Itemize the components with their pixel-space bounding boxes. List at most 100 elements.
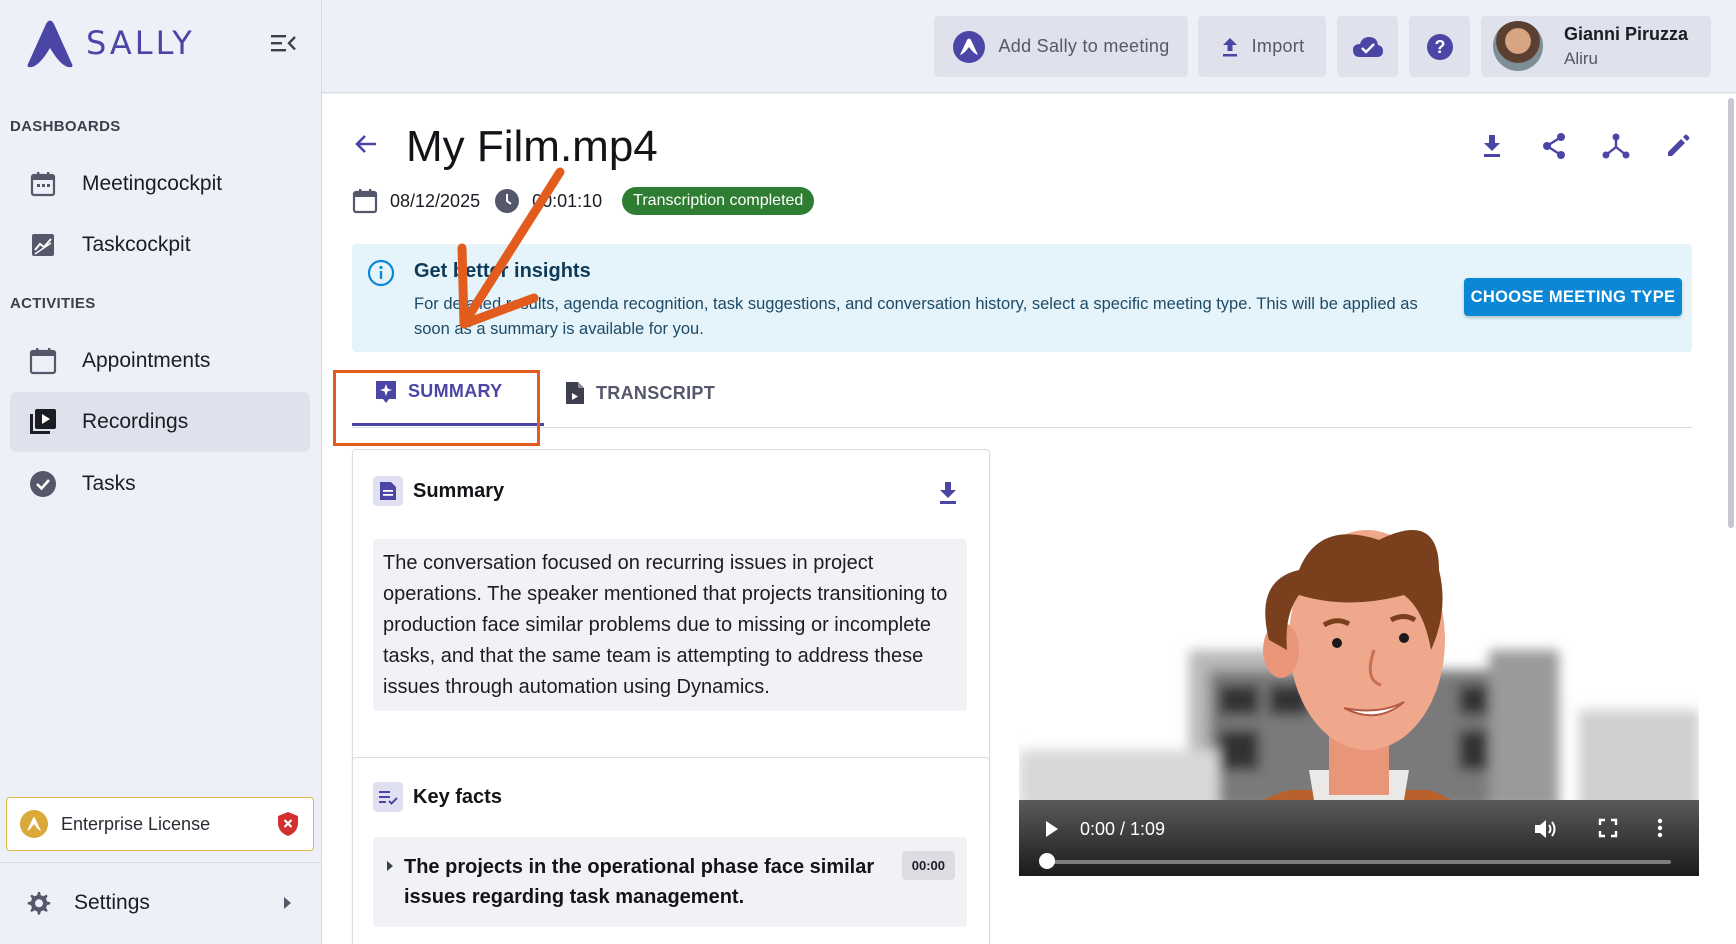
edit-button[interactable] [1664, 132, 1692, 160]
seek-handle[interactable] [1039, 853, 1055, 869]
info-icon [367, 259, 395, 287]
summary-download-button[interactable] [937, 480, 959, 511]
back-button[interactable] [352, 130, 380, 163]
calendar-icon [28, 169, 58, 199]
tab-transcript[interactable]: TRANSCRIPT [564, 360, 744, 426]
collapse-menu-button[interactable] [270, 32, 300, 58]
key-fact-timestamp[interactable]: 00:00 [901, 851, 955, 880]
user-organization: Aliru [1564, 49, 1599, 68]
tabs-divider [352, 427, 1692, 428]
main-content: My Film.mp4 08/12/2025 00:01:10 Transcri… [322, 94, 1736, 944]
import-button[interactable]: Import [1198, 16, 1326, 77]
sidebar-item-recordings[interactable]: Recordings [10, 392, 310, 452]
summary-text: The conversation focused on recurring is… [373, 539, 967, 711]
share-icon [1543, 133, 1565, 159]
sidebar-item-label: Meetingcockpit [82, 172, 223, 195]
share-button[interactable] [1540, 132, 1568, 160]
expand-arrow-icon [387, 861, 393, 871]
sidebar-item-taskcockpit[interactable]: Taskcockpit [10, 215, 310, 275]
recording-actions [1478, 132, 1692, 160]
more-vert-icon[interactable] [1655, 817, 1665, 839]
shield-alert-icon [278, 812, 298, 836]
summary-card-header: Summary [373, 476, 504, 506]
top-bar: Add Sally to meeting Import ? Gianni Pir… [322, 0, 1736, 93]
upload-icon [1222, 37, 1237, 56]
sidebar-item-tasks[interactable]: Tasks [10, 454, 310, 514]
sidebar-item-label: Recordings [82, 410, 189, 433]
calendar-icon [352, 189, 378, 214]
svg-text:?: ? [1434, 37, 1445, 57]
menu-collapse-icon [271, 35, 296, 52]
tab-label: SUMMARY [408, 381, 503, 401]
sally-logo-icon [27, 20, 73, 68]
help-button[interactable]: ? [1409, 16, 1470, 77]
scrollbar[interactable] [1728, 98, 1734, 528]
key-facts-title: Key facts [413, 785, 502, 808]
check-circle-icon [28, 469, 58, 499]
key-fact-item[interactable]: The projects in the operational phase fa… [373, 837, 967, 927]
sidebar-item-meetingcockpit[interactable]: Meetingcockpit [10, 154, 310, 214]
status-badge: Transcription completed [622, 187, 815, 215]
user-menu[interactable]: Gianni Piruzza Aliru [1481, 16, 1711, 77]
section-label-activities: ACTIVITIES [10, 295, 96, 312]
settings-menu[interactable]: Settings [24, 882, 294, 924]
fullscreen-icon[interactable] [1597, 817, 1619, 839]
insights-text: For detailed results, agenda recognition… [414, 295, 1418, 338]
video-time: 0:00 / 1:09 [1080, 819, 1166, 839]
sidebar-divider [0, 862, 322, 863]
avatar [1493, 21, 1543, 71]
import-label: Import [1251, 36, 1305, 56]
arrow-left-icon [355, 135, 376, 153]
chart-icon [28, 230, 58, 260]
cloud-sync-button[interactable] [1337, 16, 1398, 77]
seek-bar[interactable] [1047, 860, 1671, 864]
workflow-button[interactable] [1602, 132, 1630, 160]
clock-icon [495, 189, 520, 213]
logo[interactable]: SALLY [24, 18, 195, 68]
recording-duration: 00:01:10 [532, 190, 603, 211]
help-icon: ? [1426, 33, 1453, 60]
page-title: My Film.mp4 [406, 122, 658, 171]
video-controls: 0:00 / 1:09 [1019, 800, 1699, 876]
summary-title: Summary [413, 479, 505, 502]
sidebar-item-appointments[interactable]: Appointments [10, 331, 310, 391]
download-icon [1484, 135, 1500, 157]
sidebar-item-label: Tasks [82, 472, 136, 495]
choose-meeting-type-button[interactable]: CHOOSE MEETING TYPE [1464, 278, 1682, 316]
user-name: Gianni Piruzza [1564, 24, 1689, 44]
sparkle-icon [376, 380, 396, 403]
sally-logo-icon [953, 30, 986, 63]
key-facts-card: Key facts The projects in the operationa… [352, 757, 990, 944]
settings-label: Settings [74, 891, 150, 914]
play-icon[interactable] [1043, 818, 1061, 840]
add-sally-to-meeting-button[interactable]: Add Sally to meeting [934, 16, 1188, 77]
hub-icon [1602, 133, 1630, 159]
chevron-right-icon [284, 897, 291, 909]
tab-summary[interactable]: SUMMARY [352, 360, 544, 426]
calendar-blank-icon [28, 346, 58, 376]
video-player[interactable]: 0:00 / 1:09 [1019, 500, 1699, 876]
insights-title: Get better insights [414, 260, 591, 282]
sidebar: SALLY DASHBOARDS Meetingcockpit Taskcock… [0, 0, 322, 944]
volume-icon[interactable] [1533, 817, 1559, 841]
key-facts-header: Key facts [373, 782, 502, 812]
brand-name: SALLY [86, 24, 195, 62]
checklist-icon [373, 782, 403, 812]
tab-label: TRANSCRIPT [596, 382, 715, 403]
key-fact-text: The projects in the operational phase fa… [404, 856, 875, 908]
insights-banner: Get better insights For detailed results… [352, 244, 1692, 352]
license-badge[interactable]: Enterprise License [6, 797, 314, 851]
gear-icon [27, 892, 51, 915]
add-sally-label: Add Sally to meeting [998, 36, 1170, 56]
video-library-icon [28, 407, 58, 437]
license-label: Enterprise License [61, 813, 211, 834]
download-icon [940, 482, 956, 504]
cloud-done-icon [1352, 36, 1383, 57]
pencil-icon [1668, 134, 1690, 156]
section-label-dashboards: DASHBOARDS [10, 118, 121, 135]
sidebar-item-label: Appointments [82, 349, 211, 372]
sidebar-item-label: Taskcockpit [82, 233, 191, 256]
download-button[interactable] [1478, 132, 1506, 160]
recording-meta: 08/12/2025 00:01:10 Transcription comple… [352, 186, 815, 216]
document-icon [566, 382, 584, 404]
